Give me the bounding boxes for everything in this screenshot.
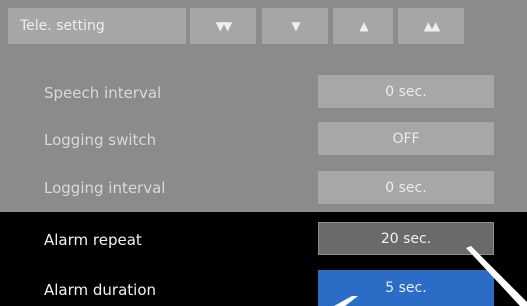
callout-pointers xyxy=(334,246,527,306)
tele-setting-screen: Tele. setting ▼▼ ▼ ▲ ▲▲ Speech interval … xyxy=(0,0,527,306)
alarm-repeat-callout-line xyxy=(466,246,527,306)
alarm-duration-callout-line xyxy=(334,296,358,306)
